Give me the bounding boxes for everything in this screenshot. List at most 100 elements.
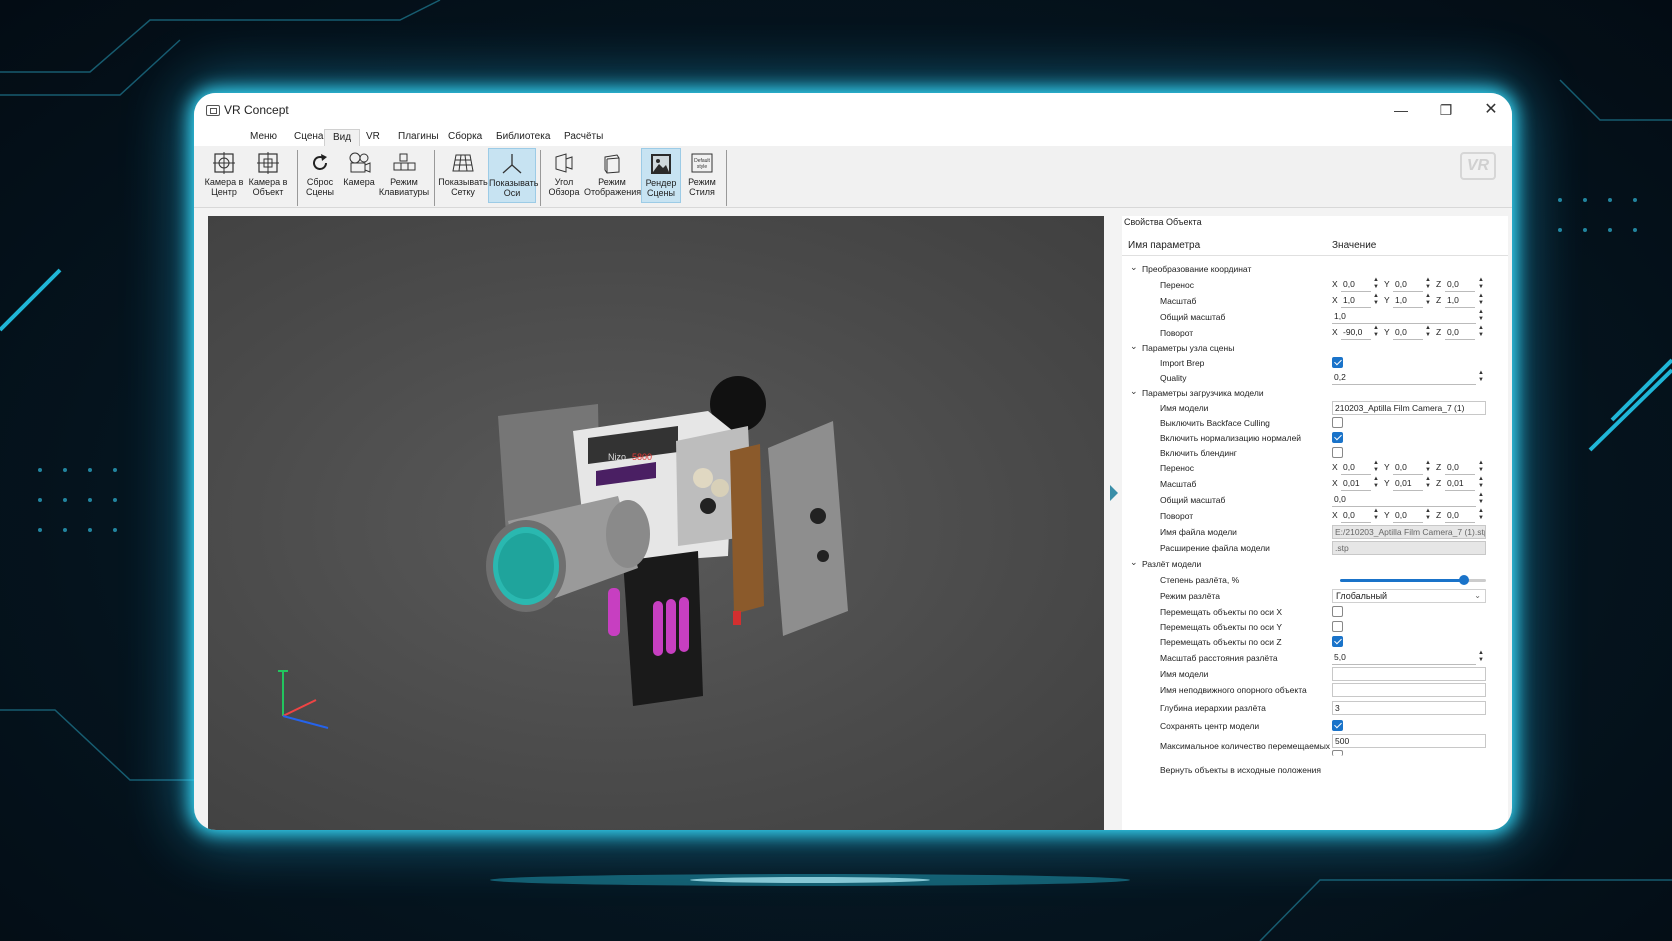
spinner-icon[interactable]: ▲ ▼ — [1425, 293, 1431, 307]
fixed-object-input[interactable] — [1332, 683, 1486, 697]
spinner-icon[interactable]: ▲ ▼ — [1425, 508, 1431, 522]
row-blending: Включить блендинг — [1122, 445, 1508, 461]
spinner-icon[interactable]: ▲ ▼ — [1425, 460, 1431, 474]
rotate-x-input[interactable]: -90,0 — [1341, 326, 1371, 340]
total-scale-input[interactable]: 0,0 — [1332, 493, 1476, 507]
scale-y-input[interactable]: 0,01 — [1393, 477, 1423, 491]
spinner-icon[interactable]: ▲ ▼ — [1478, 325, 1484, 339]
restore-icon[interactable]: ❐ — [1431, 99, 1461, 121]
reset-scene-button[interactable]: Сброс Сцены — [300, 148, 340, 203]
camera-brand-label: Nizo — [608, 452, 626, 462]
blending-checkbox[interactable] — [1332, 447, 1343, 458]
translate-y-input[interactable]: 0,0 — [1393, 461, 1423, 475]
max-objects-checkbox[interactable] — [1332, 750, 1343, 756]
spinner-icon[interactable]: ▲ ▼ — [1373, 277, 1379, 291]
restore-objects-button[interactable]: Вернуть объекты в исходные положения — [1160, 765, 1321, 775]
display-mode-button[interactable]: Режим Отображения — [584, 148, 641, 203]
render-scene-button[interactable]: Рендер Сцены — [641, 148, 681, 203]
spinner-icon[interactable]: ▲ ▼ — [1425, 325, 1431, 339]
spinner-icon[interactable]: ▲ ▼ — [1425, 476, 1431, 490]
group-coordinates[interactable]: ⌄ Преобразование координат — [1122, 261, 1508, 277]
tab-menu[interactable]: Меню — [242, 129, 285, 146]
group-loader[interactable]: ⌄ Параметры загрузчика модели — [1122, 385, 1508, 401]
keyboard-icon — [393, 153, 416, 171]
spinner-icon[interactable]: ▲ ▼ — [1373, 476, 1379, 490]
translate-x-input[interactable]: 0,0 — [1341, 461, 1371, 475]
spinner-icon[interactable]: ▲ ▼ — [1478, 476, 1484, 490]
rotate-y-input[interactable]: 0,0 — [1393, 509, 1423, 523]
tab-library[interactable]: Библиотека — [488, 129, 558, 146]
translate-z-input[interactable]: 0,0 — [1445, 461, 1475, 475]
normals-checkbox[interactable] — [1332, 432, 1343, 443]
spinner-icon[interactable]: ▲ ▼ — [1478, 370, 1484, 384]
spinner-icon[interactable]: ▲ ▼ — [1373, 508, 1379, 522]
show-grid-button[interactable]: Показывать Сетку — [438, 148, 488, 203]
explode-scale-input[interactable]: 5,0 — [1332, 651, 1476, 665]
spinner-icon[interactable]: ▲ ▼ — [1373, 325, 1379, 339]
camera-object-button[interactable]: Камера в Объект — [246, 148, 290, 203]
3d-viewport[interactable]: Nizo 5800 — [208, 216, 1104, 830]
column-name: Имя параметра — [1128, 240, 1201, 251]
camera-button[interactable]: Камера — [340, 148, 378, 203]
move-x-checkbox[interactable] — [1332, 606, 1343, 617]
group-scene-node[interactable]: ⌄ Параметры узла сцены — [1122, 340, 1508, 356]
spinner-icon[interactable]: ▲ ▼ — [1478, 277, 1484, 291]
scale-y-input[interactable]: 1,0 — [1393, 294, 1423, 308]
camera-center-button[interactable]: Камера в Центр — [202, 148, 246, 203]
spinner-icon[interactable]: ▲ ▼ — [1478, 492, 1484, 506]
spinner-icon[interactable]: ▲ ▼ — [1373, 460, 1379, 474]
view-angle-button[interactable]: Угол Обзора — [544, 148, 584, 203]
backface-checkbox[interactable] — [1332, 417, 1343, 428]
panel-toggle-icon[interactable] — [1110, 485, 1118, 501]
row-backface: Выключить Backface Culling — [1122, 415, 1508, 431]
spinner-icon[interactable]: ▲ ▼ — [1478, 650, 1484, 664]
style-mode-button[interactable]: Default style Режим Стиля — [682, 148, 722, 203]
group-label: Параметры узла сцены — [1142, 343, 1235, 353]
dropdown-value: Глобальный — [1336, 591, 1388, 601]
chevron-down-icon: ⌄ — [1130, 262, 1138, 272]
quality-input[interactable]: 0,2 — [1332, 371, 1476, 385]
param-label: Выключить Backface Culling — [1160, 418, 1270, 428]
move-z-checkbox[interactable] — [1332, 636, 1343, 647]
show-axes-button[interactable]: Показывать Оси — [488, 148, 538, 203]
spinner-icon[interactable]: ▲ ▼ — [1478, 309, 1484, 323]
explode-mode-dropdown[interactable]: Глобальный ⌄ — [1332, 589, 1486, 603]
rotate-y-input[interactable]: 0,0 — [1393, 326, 1423, 340]
model-name-input[interactable]: 210203_Aptilla Film Camera_7 (1) — [1332, 401, 1486, 415]
tab-view[interactable]: Вид — [324, 129, 361, 146]
keep-center-checkbox[interactable] — [1332, 720, 1343, 731]
translate-y-input[interactable]: 0,0 — [1393, 278, 1423, 292]
depth-input[interactable]: 3 — [1332, 701, 1486, 715]
total-scale-input[interactable]: 1,0 — [1332, 310, 1476, 324]
spinner-icon[interactable]: ▲ ▼ — [1478, 460, 1484, 474]
param-label: Поворот — [1160, 328, 1194, 338]
scale-x-input[interactable]: 0,01 — [1341, 477, 1371, 491]
explode-slider-handle[interactable] — [1459, 575, 1469, 585]
spinner-icon[interactable]: ▲ ▼ — [1478, 508, 1484, 522]
scale-x-input[interactable]: 1,0 — [1341, 294, 1371, 308]
rotate-z-input[interactable]: 0,0 — [1445, 326, 1475, 340]
max-objects-input[interactable]: 500 — [1332, 734, 1486, 748]
tab-calculations[interactable]: Расчёты — [556, 129, 611, 146]
separator — [540, 150, 541, 206]
model-name-input-2[interactable] — [1332, 667, 1486, 681]
translate-x-input[interactable]: 0,0 — [1341, 278, 1371, 292]
tab-plugins[interactable]: Плагины — [390, 129, 447, 146]
label-line: Сетку — [451, 187, 475, 197]
translate-z-input[interactable]: 0,0 — [1445, 278, 1475, 292]
spinner-icon[interactable]: ▲ ▼ — [1373, 293, 1379, 307]
spinner-icon[interactable]: ▲ ▼ — [1425, 277, 1431, 291]
move-y-checkbox[interactable] — [1332, 621, 1343, 632]
scale-z-input[interactable]: 1,0 — [1445, 294, 1475, 308]
tab-vr[interactable]: VR — [358, 129, 388, 146]
spinner-icon[interactable]: ▲ ▼ — [1478, 293, 1484, 307]
close-icon[interactable]: ✕ — [1476, 99, 1506, 121]
rotate-z-input[interactable]: 0,0 — [1445, 509, 1475, 523]
rotate-x-input[interactable]: 0,0 — [1341, 509, 1371, 523]
tab-assembly[interactable]: Сборка — [440, 129, 490, 146]
scale-z-input[interactable]: 0,01 — [1445, 477, 1475, 491]
group-explode[interactable]: ⌄ Разлёт модели — [1122, 556, 1508, 572]
import-brep-checkbox[interactable] — [1332, 357, 1343, 368]
minimize-icon[interactable]: — — [1386, 99, 1416, 121]
keyboard-mode-button[interactable]: Режим Клавиатуры — [378, 148, 430, 203]
